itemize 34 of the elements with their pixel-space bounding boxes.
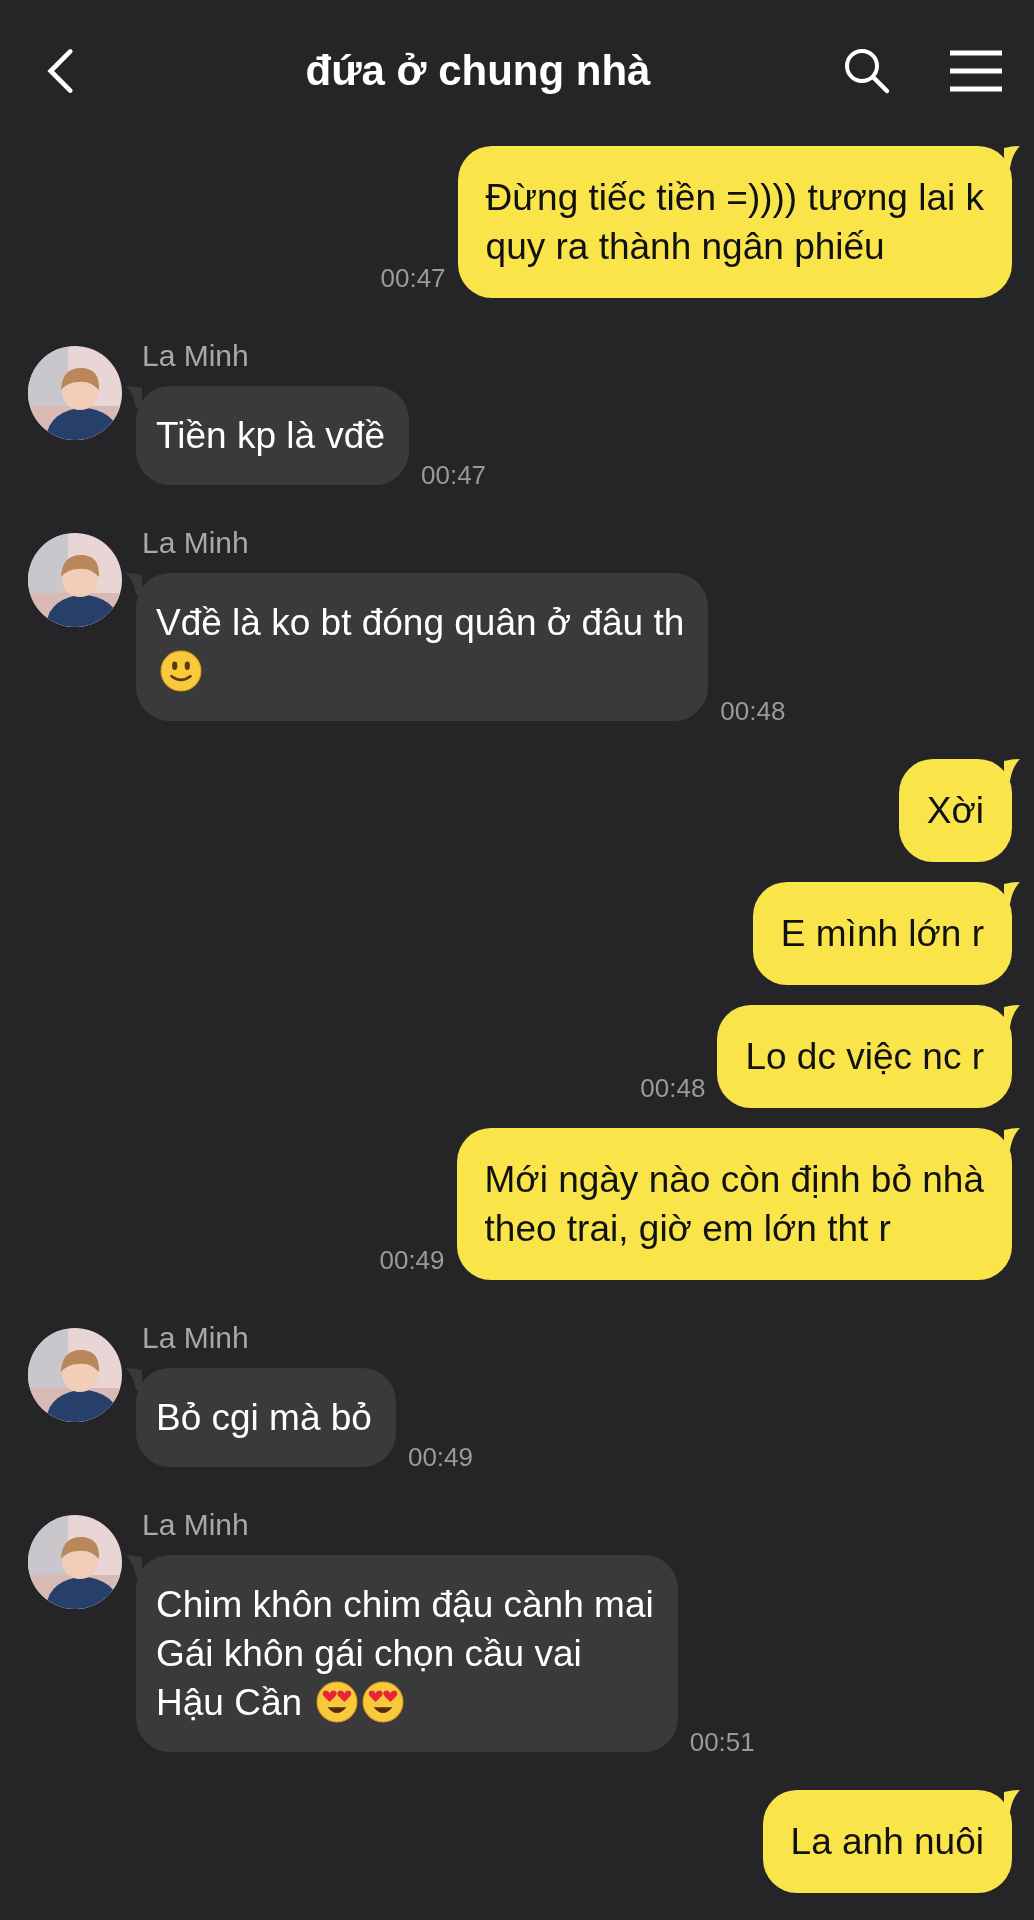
message-bubble: Xời <box>898 759 1012 862</box>
message-bubble: Lo dc việc nc r <box>717 1005 1012 1108</box>
message-bubble: Đừng tiếc tiền =)))) tương lai k quy ra thành ngân phiếu <box>457 146 1012 298</box>
smiley-icon <box>160 650 202 692</box>
message-time: 00:48 <box>640 1073 706 1104</box>
message-bubble: Tiền kp là vđề <box>136 386 409 485</box>
search-icon[interactable] <box>842 46 892 96</box>
bubble-tail <box>1004 1128 1020 1150</box>
sender-name: La Minh <box>142 525 250 561</box>
bubble-tail <box>1004 146 1020 168</box>
chat-title: đứa ở chung nhà <box>304 47 652 95</box>
message-bubble: La anh nuôi <box>762 1790 1012 1893</box>
message-time: 00:47 <box>380 263 446 294</box>
heart-eyes-icon <box>316 1681 359 1723</box>
back-icon[interactable] <box>46 47 74 95</box>
message-time: 00:48 <box>720 696 786 727</box>
message-bubble: Vđề là ko bt đóng quân ở đâu th <box>136 573 709 721</box>
sender-name: La Minh <box>142 1320 250 1356</box>
message-time: 00:49 <box>407 1442 474 1473</box>
message-bubble: Bỏ cgi mà bỏ <box>136 1368 396 1467</box>
message-time: 00:51 <box>689 1727 755 1758</box>
bubble-tail <box>1004 1790 1020 1812</box>
heart-eyes-icon <box>362 1681 405 1723</box>
bubble-tail <box>1004 759 1020 781</box>
message-bubble: Mới ngày nào còn định bỏ nhà theo trai, giờ em lớn tht r <box>456 1128 1012 1280</box>
sender-name: La Minh <box>142 338 250 374</box>
sender-name: La Minh <box>142 1507 250 1543</box>
bubble-tail <box>1004 882 1020 904</box>
message-time: 00:47 <box>421 460 487 491</box>
menu-icon[interactable] <box>948 49 1004 93</box>
message-bubble: E mình lớn r <box>752 882 1012 985</box>
message-time: 00:49 <box>379 1245 445 1276</box>
message-bubble: Chim khôn chim đậu cành mai Gái khôn gái chọn cầu vai Hậu Cần <box>136 1555 678 1752</box>
bubble-tail <box>1004 1005 1020 1027</box>
